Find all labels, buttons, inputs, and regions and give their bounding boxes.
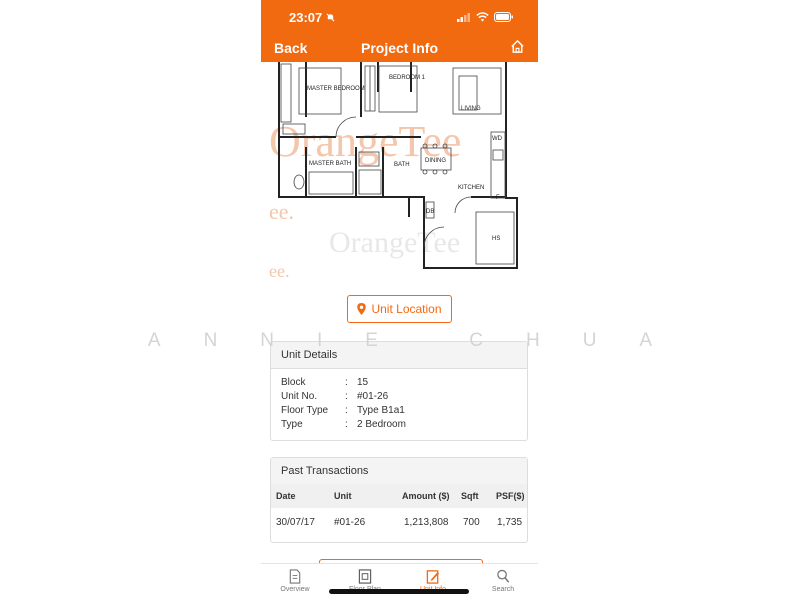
status-icons bbox=[457, 12, 514, 22]
col-header-psf: PSF($) bbox=[496, 491, 525, 501]
room-label: BATH bbox=[394, 162, 410, 168]
detail-label: Type bbox=[281, 419, 303, 430]
cell-sqft: 700 bbox=[463, 517, 480, 528]
signal-icon bbox=[457, 12, 470, 22]
room-label: DINING bbox=[425, 158, 446, 164]
unit-location-button[interactable]: Unit Location bbox=[347, 295, 452, 323]
room-label: MASTER BATH bbox=[309, 161, 351, 167]
svg-text:ee.: ee. bbox=[269, 199, 294, 224]
search-icon bbox=[497, 569, 510, 583]
battery-icon bbox=[494, 12, 513, 22]
col-header-date: Date bbox=[276, 491, 296, 501]
room-label: LIVING bbox=[461, 106, 481, 112]
app-header: 23:07 Back Project Info bbox=[261, 0, 538, 62]
detail-value: 2 Bedroom bbox=[357, 419, 406, 430]
cell-psf: 1,735 bbox=[497, 517, 523, 528]
detail-row: Floor Type : Type B1a1 bbox=[281, 405, 406, 419]
detail-colon: : bbox=[345, 419, 348, 430]
detail-label: Unit No. bbox=[281, 391, 318, 402]
room-label: DB bbox=[426, 209, 434, 215]
page-title: Project Info bbox=[360, 40, 438, 56]
transactions-header-row: Date Unit Amount ($) Sqft PSF($) bbox=[271, 484, 527, 508]
tab-search[interactable]: Search bbox=[478, 569, 528, 593]
detail-row: Block : 15 bbox=[281, 377, 406, 391]
detail-colon: : bbox=[345, 391, 348, 402]
unit-location-label: Unit Location bbox=[371, 302, 442, 316]
detail-value: Type B1a1 bbox=[357, 405, 405, 416]
room-label: WD bbox=[492, 136, 503, 142]
wifi-icon bbox=[476, 12, 489, 22]
cell-date: 30/07/17 bbox=[276, 517, 315, 528]
detail-colon: : bbox=[345, 377, 348, 388]
room-label: KITCHEN bbox=[458, 185, 484, 191]
detail-label: Floor Type bbox=[281, 405, 329, 416]
table-row: 30/07/17 #01-26 1,213,808 700 1,735 bbox=[271, 510, 527, 530]
tab-label: Overview bbox=[280, 586, 310, 593]
watermark-logo-text: OrangeTee bbox=[329, 226, 460, 259]
home-indicator bbox=[329, 589, 469, 594]
document-icon bbox=[289, 569, 301, 584]
col-header-amount: Amount ($) bbox=[402, 491, 450, 501]
past-transactions-card: Past Transactions Date Unit Amount ($) S… bbox=[270, 457, 528, 543]
room-label: MASTER BEDROOM bbox=[307, 86, 365, 92]
floor-plan-icon bbox=[358, 569, 372, 584]
svg-text:ee.: ee. bbox=[269, 261, 289, 280]
home-icon[interactable] bbox=[510, 39, 525, 54]
past-transactions-heading: Past Transactions bbox=[271, 458, 527, 485]
detail-colon: : bbox=[345, 405, 348, 416]
tab-bar: Overview Floor Plan Unit Info Search bbox=[261, 563, 538, 600]
tab-overview[interactable]: Overview bbox=[270, 569, 320, 593]
cell-unit: #01-26 bbox=[334, 517, 366, 528]
room-label: HS bbox=[492, 236, 500, 242]
detail-row: Type : 2 Bedroom bbox=[281, 419, 406, 433]
unit-details-list: Block : 15 Unit No. : #01-26 Floor Type … bbox=[281, 377, 406, 433]
col-header-sqft: Sqft bbox=[461, 491, 479, 501]
room-label: BEDROOM 1 bbox=[389, 75, 426, 81]
status-time: 23:07 bbox=[289, 10, 323, 25]
edit-document-icon bbox=[426, 570, 440, 584]
orangetee-watermark: OrangeTee OrangeTee ee. ee. bbox=[269, 117, 461, 280]
tab-label: Search bbox=[491, 586, 515, 593]
col-header-unit: Unit bbox=[334, 491, 352, 501]
phone-screen: 23:07 Back Project Info OrangeTee Orange… bbox=[261, 0, 538, 600]
map-pin-icon bbox=[357, 303, 367, 315]
detail-value: #01-26 bbox=[357, 391, 389, 402]
detail-value: 15 bbox=[357, 377, 369, 388]
bell-slash-icon bbox=[326, 13, 335, 22]
detail-label: Block bbox=[281, 377, 306, 388]
cell-amount: 1,213,808 bbox=[404, 517, 449, 528]
detail-row: Unit No. : #01-26 bbox=[281, 391, 406, 405]
room-label: F bbox=[496, 195, 500, 201]
floor-plan-image: OrangeTee OrangeTee ee. ee. MASTER BEDRO… bbox=[261, 62, 538, 280]
unit-details-heading: Unit Details bbox=[271, 342, 527, 369]
unit-details-card: Unit Details Block : 15 Unit No. : #01-2… bbox=[270, 341, 528, 441]
